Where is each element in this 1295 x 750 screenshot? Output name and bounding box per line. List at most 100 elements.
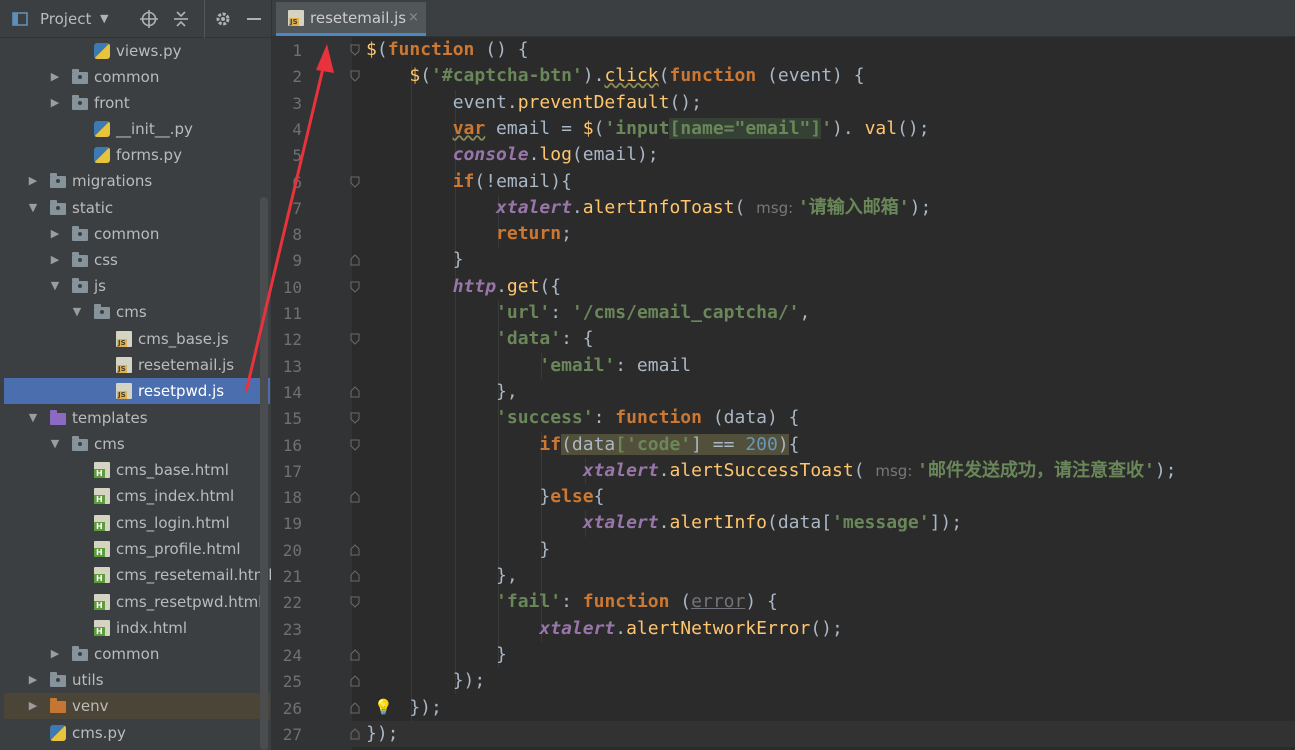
tree-item[interactable]: forms.py xyxy=(4,142,270,168)
minimize-icon[interactable] xyxy=(246,0,262,38)
tree-item[interactable]: Hindx.html xyxy=(4,615,270,641)
code-line: 'success': function (data) { xyxy=(496,407,800,429)
editor: JS resetemail.js × 1 2 3 4 5 6 7 8 9 10 11 12 13 14 15… xyxy=(272,0,1295,750)
tree-item[interactable]: JS cms_base.js xyxy=(4,326,270,352)
python-file-icon xyxy=(94,43,110,59)
collapsed-arrow-icon[interactable]: ▶ xyxy=(26,667,40,693)
fold-marker-icon[interactable] xyxy=(350,439,360,451)
tree-item-label: cms_index.html xyxy=(116,487,235,505)
line-number: 26 xyxy=(282,698,302,718)
tab-close-icon[interactable]: × xyxy=(408,2,419,34)
collapsed-arrow-icon[interactable]: ▶ xyxy=(26,693,40,719)
tree-item[interactable]: Hcms_index.html xyxy=(4,483,270,509)
folder-icon xyxy=(72,436,88,451)
tree-item-label: venv xyxy=(72,697,109,715)
line-number-gutter: 1 2 3 4 5 6 7 8 9 10 11 12 13 14 15 16 17 18 19 20 21 22 23 24 2… xyxy=(272,37,360,750)
tree-item[interactable]: ▶ utils xyxy=(4,667,270,693)
tree-item[interactable]: __init__.py xyxy=(4,116,270,142)
tree-item-label: utils xyxy=(72,671,104,689)
fold-marker-icon[interactable] xyxy=(350,281,360,293)
fold-marker-icon[interactable] xyxy=(350,176,360,188)
html-file-icon: H xyxy=(94,515,110,531)
fold-marker-icon[interactable] xyxy=(350,254,360,266)
target-icon[interactable] xyxy=(140,0,158,38)
tree-item[interactable]: views.py xyxy=(4,38,270,64)
fold-marker-icon[interactable] xyxy=(350,412,360,424)
tree-item-label: css xyxy=(94,251,118,269)
chevron-down-icon[interactable]: ▼ xyxy=(100,0,108,38)
fold-marker-icon[interactable] xyxy=(350,649,360,661)
fold-marker-icon[interactable] xyxy=(350,44,360,56)
project-scrollbar[interactable] xyxy=(260,197,268,750)
tree-item[interactable]: Hcms_resetpwd.html xyxy=(4,589,270,615)
fold-marker-icon[interactable] xyxy=(350,491,360,503)
fold-marker-icon[interactable] xyxy=(350,70,360,83)
fold-marker-icon[interactable] xyxy=(350,675,360,687)
collapse-icon[interactable] xyxy=(173,0,189,38)
expanded-arrow-icon[interactable]: ▼ xyxy=(48,431,62,457)
tab-resetemail-js[interactable]: JS resetemail.js × xyxy=(276,2,426,36)
folder-icon xyxy=(50,672,66,687)
collapsed-arrow-icon[interactable]: ▶ xyxy=(48,641,62,667)
code-line: } xyxy=(366,538,551,560)
html-file-icon: H xyxy=(94,488,110,504)
fold-marker-icon[interactable] xyxy=(350,570,360,582)
html-file-icon: H xyxy=(94,567,110,583)
tree-item[interactable]: ▶ front xyxy=(4,90,270,116)
collapsed-arrow-icon[interactable]: ▶ xyxy=(48,64,62,90)
tree-item[interactable]: Hcms_resetemail.html xyxy=(4,562,271,588)
line-number: 5 xyxy=(292,146,302,166)
code-line: 'email': email xyxy=(539,354,692,376)
fold-marker-icon[interactable] xyxy=(350,333,360,346)
tree-item[interactable]: ▶ css xyxy=(4,247,270,273)
fold-marker-icon[interactable] xyxy=(350,543,360,556)
fold-marker-icon[interactable] xyxy=(350,596,360,609)
code-line: 'data': { xyxy=(496,328,594,350)
collapsed-arrow-icon[interactable]: ▶ xyxy=(48,221,62,247)
tree-item[interactable]: ▶ venv xyxy=(4,693,270,719)
tree-item[interactable]: ▶ common xyxy=(4,641,270,667)
tree-item-label: __init__.py xyxy=(116,120,193,138)
tree-item-label: js xyxy=(94,277,106,295)
tree-item[interactable]: ▶ common xyxy=(4,64,270,90)
gear-icon[interactable] xyxy=(214,0,232,38)
tree-item[interactable]: ▼ cms xyxy=(4,431,270,457)
expanded-arrow-icon[interactable]: ▼ xyxy=(26,405,40,431)
code-line: 'fail': function (error) { xyxy=(496,591,778,613)
expanded-arrow-icon[interactable]: ▼ xyxy=(70,299,84,325)
folder-icon xyxy=(94,304,110,319)
tree-item-label: cms xyxy=(116,303,147,321)
lightbulb-icon[interactable]: 💡 xyxy=(374,698,393,716)
tree-item[interactable]: ▼ js xyxy=(4,273,270,299)
tree-item[interactable]: JS resetemail.js xyxy=(4,352,270,378)
tree-item[interactable]: ▶ migrations xyxy=(4,168,270,194)
folder-icon xyxy=(72,278,88,293)
collapsed-arrow-icon[interactable]: ▶ xyxy=(26,168,40,194)
tree-item[interactable]: Hcms_login.html xyxy=(4,510,270,536)
tab-label: resetemail.js xyxy=(310,9,407,27)
tree-item[interactable]: ▶ common xyxy=(4,221,270,247)
tree-item[interactable]: JS resetpwd.js xyxy=(4,378,270,404)
expanded-arrow-icon[interactable]: ▼ xyxy=(26,195,40,221)
expanded-arrow-icon[interactable]: ▼ xyxy=(48,273,62,299)
tree-item[interactable]: ▼ cms xyxy=(4,299,270,325)
code-line: }, xyxy=(366,565,518,586)
tree-item[interactable]: Hcms_profile.html xyxy=(4,536,270,562)
collapsed-arrow-icon[interactable]: ▶ xyxy=(48,247,62,273)
line-number: 27 xyxy=(282,724,302,744)
tree-item[interactable]: ▼ static xyxy=(4,195,270,221)
line-number: 23 xyxy=(282,619,302,639)
code-line: }); xyxy=(366,722,399,744)
tree-item[interactable]: Hcms_base.html xyxy=(4,457,270,483)
fold-marker-icon[interactable] xyxy=(350,701,360,714)
tree-item-label: common xyxy=(94,645,160,663)
tree-item[interactable]: cms.py xyxy=(4,720,270,746)
project-panel-title[interactable]: Project xyxy=(40,0,91,38)
code-line: xtalert.alertInfoToast( msg: '请输入邮箱'); xyxy=(496,196,932,218)
fold-marker-icon[interactable] xyxy=(350,386,360,398)
collapsed-arrow-icon[interactable]: ▶ xyxy=(48,90,62,116)
code-line: } xyxy=(366,249,464,271)
tree-item[interactable]: ▼ templates xyxy=(4,405,270,431)
code-area[interactable]: $(function () { $('#captcha-btn').click(… xyxy=(366,37,1295,750)
fold-marker-icon[interactable] xyxy=(350,728,360,740)
